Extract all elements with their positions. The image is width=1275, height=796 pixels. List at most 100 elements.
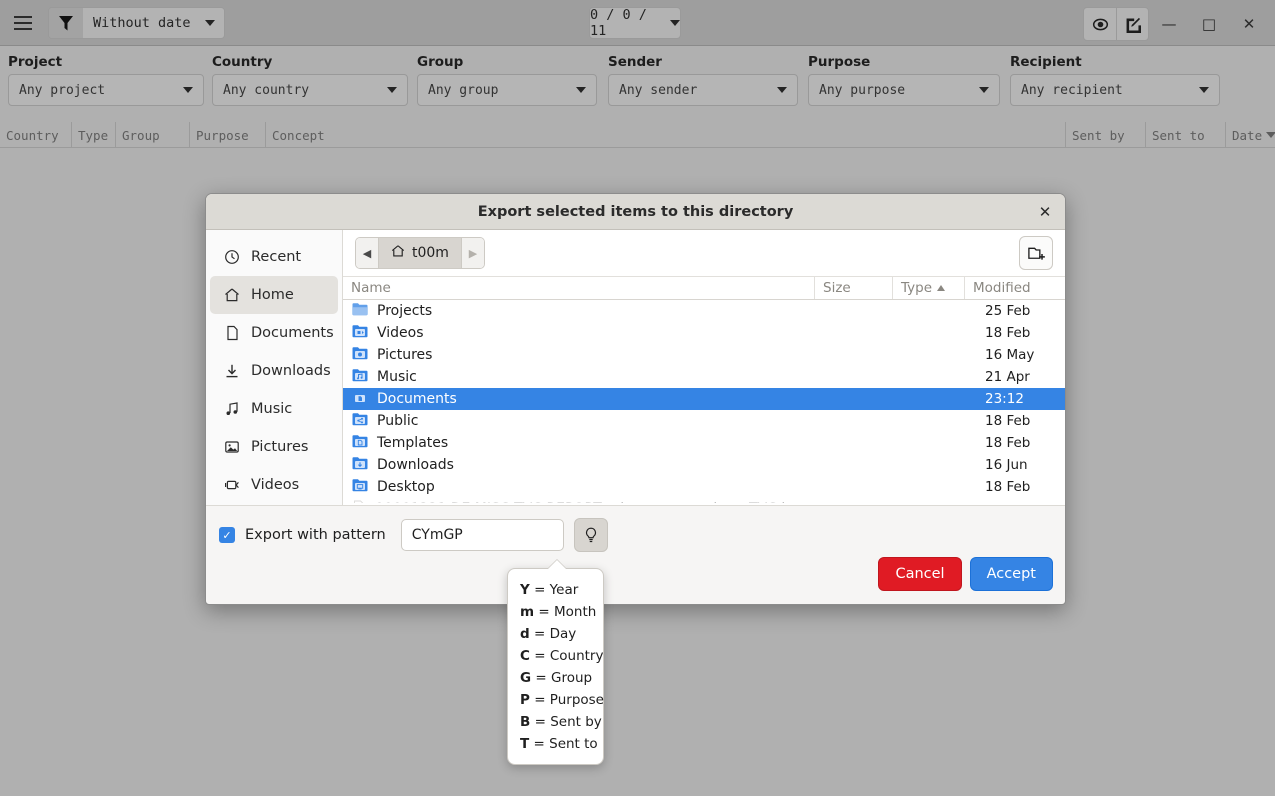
- file-column-header-type[interactable]: Type: [893, 277, 965, 299]
- chevron-down-icon: [670, 20, 680, 26]
- dialog-action-buttons: Cancel Accept: [878, 557, 1053, 591]
- chevron-down-icon: [576, 87, 586, 93]
- sidebar-item-home[interactable]: Home: [210, 276, 338, 314]
- legend-key: T: [520, 736, 530, 752]
- filter-value-project: Any project: [19, 82, 106, 98]
- file-name-cell: 00001221 DE MISC TVC REPORT release ster…: [343, 500, 825, 503]
- file-name-cell: Desktop: [343, 478, 825, 496]
- counter-pill[interactable]: 0 / 0 / 11: [589, 7, 681, 39]
- file-row[interactable]: Pictures 16 May: [343, 344, 1065, 366]
- sidebar-item-documents[interactable]: Documents: [210, 314, 338, 352]
- column-label: Group: [122, 127, 160, 143]
- cancel-button[interactable]: Cancel: [878, 557, 962, 591]
- path-bar: ◀ t00m ▶: [343, 230, 1065, 276]
- minimize-button[interactable]: —: [1149, 8, 1189, 40]
- funnel-icon[interactable]: [49, 7, 83, 38]
- sidebar-item-label: Music: [251, 401, 293, 417]
- file-list[interactable]: Projects 25 Feb Videos 18 Feb Pictures 1…: [343, 300, 1065, 503]
- column-header-type[interactable]: Type: [72, 122, 116, 148]
- filter-combo-purpose[interactable]: Any purpose: [808, 74, 1000, 106]
- hamburger-menu-icon[interactable]: [6, 8, 40, 38]
- lightbulb-icon[interactable]: [573, 518, 608, 552]
- new-folder-icon[interactable]: [1019, 236, 1053, 270]
- legend-key: d: [520, 626, 530, 642]
- close-icon: ✕: [1038, 203, 1052, 221]
- folder-icon: [352, 302, 368, 320]
- maximize-button[interactable]: □: [1189, 8, 1229, 40]
- file-row[interactable]: 00001221 DE MISC TVC REPORT release ster…: [343, 498, 1065, 503]
- column-header-group[interactable]: Group: [116, 122, 190, 148]
- filter-value-recipient: Any recipient: [1021, 82, 1123, 98]
- filter-combo-group[interactable]: Any group: [417, 74, 597, 106]
- date-filter-combo[interactable]: Without date: [48, 6, 225, 39]
- column-header-concept[interactable]: Concept: [266, 122, 1066, 148]
- sort-descending-icon: [1266, 132, 1275, 138]
- folder-videos-icon: [352, 324, 368, 342]
- chevron-left-icon[interactable]: ◀: [356, 238, 378, 268]
- file-name: Videos: [377, 325, 424, 341]
- sidebar-item-label: Pictures: [251, 439, 309, 455]
- picture-icon: [223, 439, 240, 456]
- filter-value-group: Any group: [428, 82, 499, 98]
- legend-value: = Sent by: [534, 714, 602, 730]
- dialog-body: Recent Home Documents Downloads Music Pi…: [206, 230, 1065, 505]
- pattern-value: CYmGP: [411, 527, 463, 543]
- breadcrumb-item-home[interactable]: t00m: [378, 238, 462, 268]
- chevron-right-icon[interactable]: ▶: [461, 238, 484, 268]
- date-filter-label-wrap[interactable]: Without date: [83, 7, 224, 38]
- filter-combo-project[interactable]: Any project: [8, 74, 204, 106]
- titlebar: Without date 0 / 0 / 11 — □ ✕: [0, 0, 1275, 46]
- date-filter-label: Without date: [93, 14, 191, 31]
- file-row[interactable]: Public 18 Feb: [343, 410, 1065, 432]
- column-label: Purpose: [196, 127, 249, 143]
- file-row[interactable]: Documents 23:12: [343, 388, 1065, 410]
- filter-combo-recipient[interactable]: Any recipient: [1010, 74, 1220, 106]
- sidebar-item-label: Home: [251, 287, 294, 303]
- file-name-cell: Templates: [343, 434, 825, 452]
- column-label: Type: [78, 127, 109, 143]
- chevron-down-icon: [387, 87, 397, 93]
- file-column-header-size[interactable]: Size: [815, 277, 893, 299]
- column-label: Country: [6, 127, 59, 143]
- filter-field-purpose: Purpose Any purpose: [808, 54, 1000, 106]
- filter-combo-country[interactable]: Any country: [212, 74, 408, 106]
- sidebar-item-label: Recent: [251, 249, 302, 265]
- file-modified: 16 Jun: [985, 457, 1028, 473]
- column-header-country[interactable]: Country: [0, 122, 72, 148]
- sidebar-item-pictures[interactable]: Pictures: [210, 428, 338, 466]
- file-row[interactable]: Desktop 18 Feb: [343, 476, 1065, 498]
- column-header-sent-to[interactable]: Sent to: [1146, 122, 1226, 148]
- chevron-down-icon: [1199, 87, 1209, 93]
- column-header-date[interactable]: Date: [1226, 122, 1275, 148]
- file-row[interactable]: Downloads 16 Jun: [343, 454, 1065, 476]
- legend-value: = Purpose: [534, 692, 604, 708]
- cancel-label: Cancel: [895, 566, 945, 582]
- sidebar-item-downloads[interactable]: Downloads: [210, 352, 338, 390]
- breadcrumb: ◀ t00m ▶: [355, 237, 485, 269]
- column-header-sent-by[interactable]: Sent by: [1066, 122, 1146, 148]
- file-column-header-modified[interactable]: Modified: [965, 277, 1065, 299]
- file-modified: 23:12: [985, 391, 1024, 407]
- filter-combo-sender[interactable]: Any sender: [608, 74, 798, 106]
- edit-pencil-icon[interactable]: [1116, 8, 1148, 40]
- file-modified: 22:20: [975, 501, 1065, 503]
- close-button[interactable]: ✕: [1229, 8, 1269, 40]
- column-header-purpose[interactable]: Purpose: [190, 122, 266, 148]
- file-row[interactable]: Projects 25 Feb: [343, 300, 1065, 322]
- legend-key: P: [520, 692, 530, 708]
- export-with-pattern-checkbox[interactable]: ✓: [219, 527, 235, 543]
- legend-key: m: [520, 604, 535, 620]
- file-row[interactable]: Templates 18 Feb: [343, 432, 1065, 454]
- file-column-header-name[interactable]: Name: [343, 277, 815, 299]
- dialog-close-button[interactable]: ✕: [1035, 202, 1055, 222]
- sidebar-item-music[interactable]: Music: [210, 390, 338, 428]
- sidebar-item-recent[interactable]: Recent: [210, 238, 338, 276]
- accept-button[interactable]: Accept: [969, 557, 1053, 591]
- file-row[interactable]: Music 21 Apr: [343, 366, 1065, 388]
- pattern-input[interactable]: CYmGP: [400, 519, 564, 551]
- eye-icon[interactable]: [1084, 8, 1116, 40]
- file-row[interactable]: Videos 18 Feb: [343, 322, 1065, 344]
- filter-label-country: Country: [212, 54, 273, 70]
- sidebar-item-videos[interactable]: Videos: [210, 466, 338, 504]
- export-directory-dialog: Export selected items to this directory …: [205, 193, 1066, 605]
